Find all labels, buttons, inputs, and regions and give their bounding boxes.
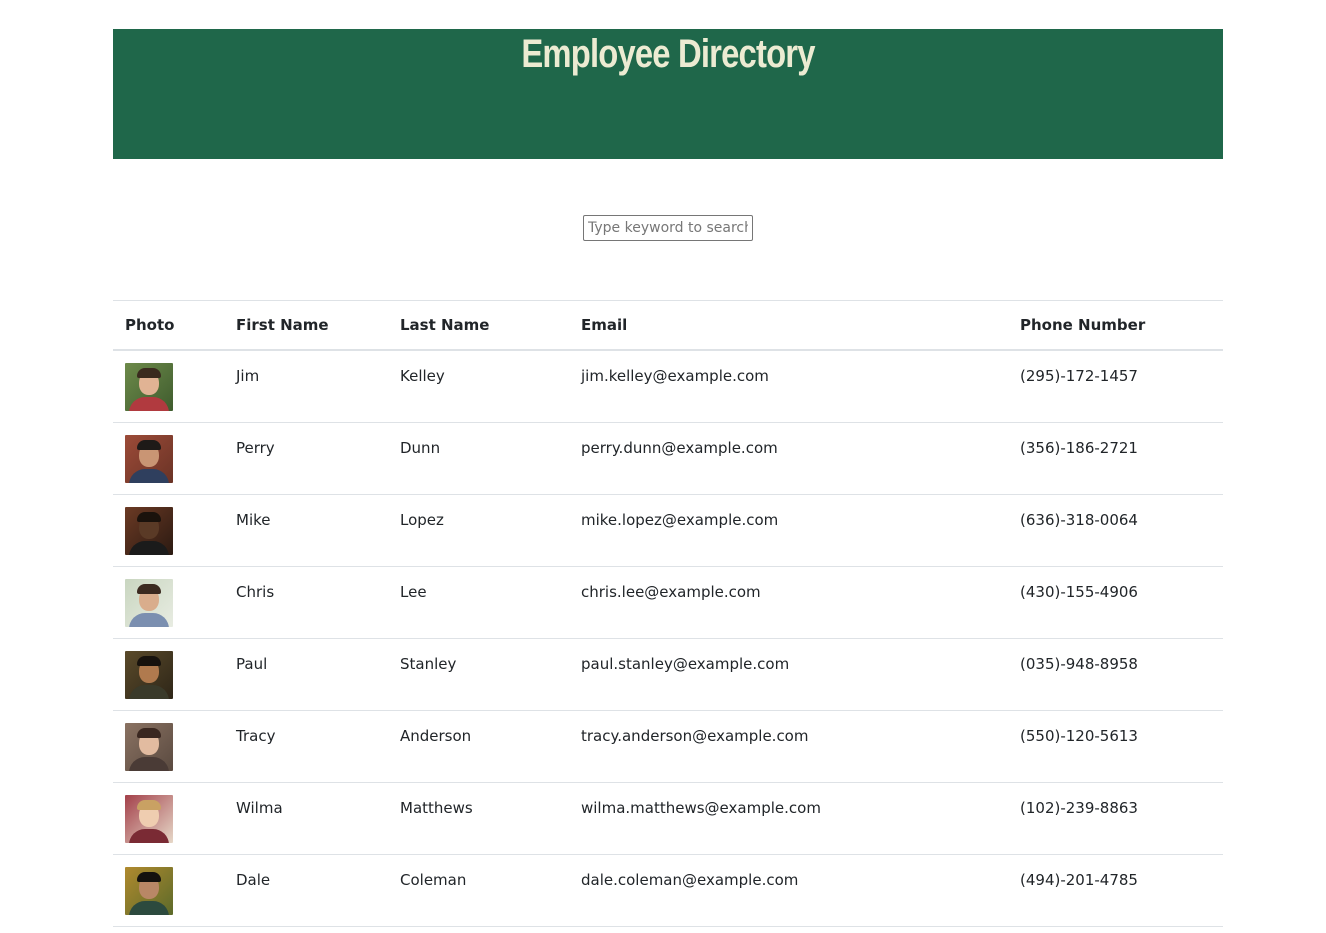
employee-photo <box>125 506 173 555</box>
photo-cell <box>113 710 224 783</box>
photo-cell <box>113 422 224 495</box>
column-header-phone[interactable]: Phone Number <box>1008 300 1223 351</box>
photo-cell <box>113 494 224 567</box>
last-name-cell: Stanley <box>388 638 569 711</box>
first-name-cell: Tracy <box>224 710 388 783</box>
first-name-cell: Chris <box>224 566 388 639</box>
employee-photo <box>125 578 173 627</box>
column-header-first-name[interactable]: First Name <box>224 300 388 351</box>
table-body: Jim Kelley jim.kelley@example.com (295)-… <box>113 350 1223 927</box>
phone-cell: (636)-318-0064 <box>1008 494 1223 567</box>
employee-photo <box>125 794 173 843</box>
email-cell: perry.dunn@example.com <box>569 422 1008 495</box>
table-row: Wilma Matthews wilma.matthews@example.co… <box>113 782 1223 855</box>
employee-photo <box>125 866 173 915</box>
table-row: Tracy Anderson tracy.anderson@example.co… <box>113 710 1223 783</box>
phone-cell: (356)-186-2721 <box>1008 422 1223 495</box>
email-cell: wilma.matthews@example.com <box>569 782 1008 855</box>
search-area <box>113 215 1223 241</box>
last-name-cell: Lopez <box>388 494 569 567</box>
last-name-cell: Dunn <box>388 422 569 495</box>
last-name-cell: Coleman <box>388 854 569 927</box>
first-name-cell: Jim <box>224 350 388 423</box>
phone-cell: (550)-120-5613 <box>1008 710 1223 783</box>
page-header: Employee Directory <box>113 29 1223 159</box>
page-title: Employee Directory <box>521 32 815 76</box>
photo-cell <box>113 566 224 639</box>
email-cell: tracy.anderson@example.com <box>569 710 1008 783</box>
search-input[interactable] <box>583 215 753 241</box>
email-cell: jim.kelley@example.com <box>569 350 1008 423</box>
phone-cell: (494)-201-4785 <box>1008 854 1223 927</box>
table-row: Chris Lee chris.lee@example.com (430)-15… <box>113 566 1223 639</box>
email-cell: dale.coleman@example.com <box>569 854 1008 927</box>
table-header: Photo First Name Last Name Email Phone N… <box>113 300 1223 351</box>
last-name-cell: Kelley <box>388 350 569 423</box>
page-container: Employee Directory Photo First Name Last… <box>113 29 1223 927</box>
column-header-photo[interactable]: Photo <box>113 300 224 351</box>
table-row: Jim Kelley jim.kelley@example.com (295)-… <box>113 350 1223 423</box>
phone-cell: (102)-239-8863 <box>1008 782 1223 855</box>
first-name-cell: Paul <box>224 638 388 711</box>
table-row: Paul Stanley paul.stanley@example.com (0… <box>113 638 1223 711</box>
last-name-cell: Anderson <box>388 710 569 783</box>
table-header-row: Photo First Name Last Name Email Phone N… <box>113 300 1223 351</box>
email-cell: paul.stanley@example.com <box>569 638 1008 711</box>
employee-photo <box>125 434 173 483</box>
phone-cell: (295)-172-1457 <box>1008 350 1223 423</box>
column-header-last-name[interactable]: Last Name <box>388 300 569 351</box>
email-cell: mike.lopez@example.com <box>569 494 1008 567</box>
employee-table: Photo First Name Last Name Email Phone N… <box>113 300 1223 927</box>
photo-cell <box>113 782 224 855</box>
photo-cell <box>113 854 224 927</box>
table-row: Perry Dunn perry.dunn@example.com (356)-… <box>113 422 1223 495</box>
first-name-cell: Wilma <box>224 782 388 855</box>
employee-photo <box>125 363 173 411</box>
employee-photo <box>125 722 173 771</box>
column-header-email[interactable]: Email <box>569 300 1008 351</box>
first-name-cell: Perry <box>224 422 388 495</box>
table-row: Dale Coleman dale.coleman@example.com (4… <box>113 854 1223 927</box>
email-cell: chris.lee@example.com <box>569 566 1008 639</box>
phone-cell: (430)-155-4906 <box>1008 566 1223 639</box>
table-row: Mike Lopez mike.lopez@example.com (636)-… <box>113 494 1223 567</box>
last-name-cell: Matthews <box>388 782 569 855</box>
first-name-cell: Mike <box>224 494 388 567</box>
phone-cell: (035)-948-8958 <box>1008 638 1223 711</box>
photo-cell <box>113 638 224 711</box>
employee-photo <box>125 650 173 699</box>
photo-cell <box>113 350 224 423</box>
first-name-cell: Dale <box>224 854 388 927</box>
last-name-cell: Lee <box>388 566 569 639</box>
